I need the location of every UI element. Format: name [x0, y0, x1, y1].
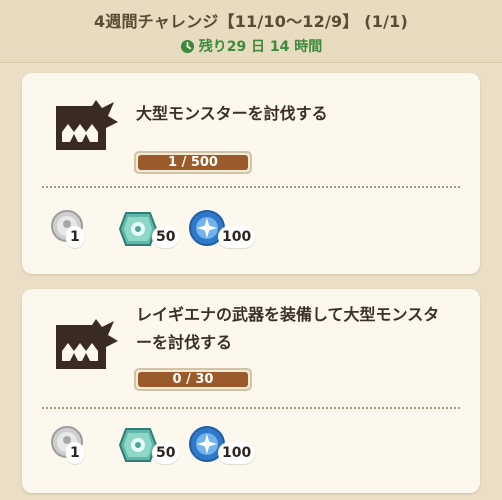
divider [42, 407, 460, 409]
reward-item[interactable]: 100 [188, 425, 288, 475]
reward-count: 1 [66, 442, 84, 464]
reward-item[interactable]: 100 [188, 209, 288, 259]
reward-item[interactable]: 50 [118, 209, 188, 259]
reward-list: 1 50 100 [50, 425, 460, 475]
mission-card[interactable]: レイギエナの武器を装備して大型モンスターを討伐する 0 / 30 1 50 10… [22, 289, 480, 493]
challenge-header: 4週間チャレンジ【11/10〜12/9】 (1/1) 残り29 日 14 時間 [0, 0, 502, 63]
reward-count: 50 [152, 226, 180, 248]
reward-item[interactable]: 1 [50, 425, 110, 475]
progress-label: 1 / 500 [168, 155, 218, 170]
green-gem-icon [118, 428, 158, 462]
monster-jaw-icon [56, 100, 118, 150]
reward-list: 1 50 100 [50, 209, 460, 259]
reward-count: 1 [66, 226, 84, 248]
green-gem-icon [118, 212, 158, 246]
mission-title: レイギエナの武器を装備して大型モンスターを討伐する [136, 305, 440, 352]
reward-count: 100 [218, 442, 256, 464]
progress-bar: 0 / 30 [134, 368, 252, 391]
remaining-time-text: 残り29 日 14 時間 [198, 39, 323, 55]
reward-item[interactable]: 50 [118, 425, 188, 475]
mission-title: 大型モンスターを討伐する [136, 104, 328, 123]
remaining-time: 残り29 日 14 時間 [0, 36, 502, 56]
progress-label: 0 / 30 [172, 372, 214, 387]
reward-item[interactable]: 1 [50, 209, 110, 259]
mission-card[interactable]: 大型モンスターを討伐する 1 / 500 1 50 100 [22, 73, 480, 274]
divider [42, 186, 460, 188]
monster-jaw-icon [56, 319, 118, 369]
reward-count: 50 [152, 442, 180, 464]
reward-count: 100 [218, 226, 256, 248]
progress-bar: 1 / 500 [134, 151, 252, 174]
clock-icon [180, 39, 194, 53]
challenge-title: 4週間チャレンジ【11/10〜12/9】 (1/1) [93, 12, 409, 31]
